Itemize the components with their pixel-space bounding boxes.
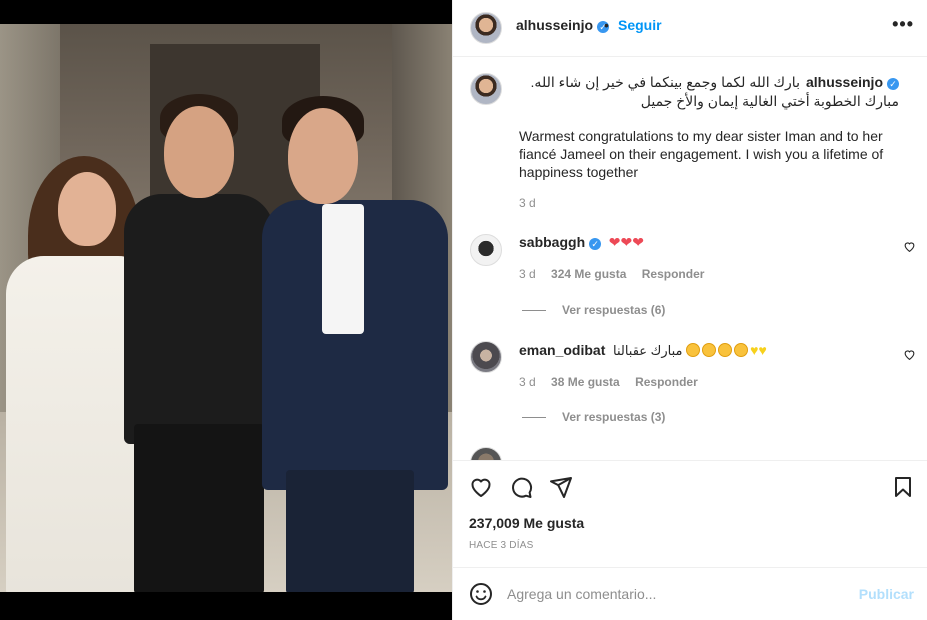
- comment-row: eman_odibat مبارك عقبالنا ♥♥: [519, 342, 767, 359]
- person-man-suit-trousers: [286, 470, 414, 592]
- comment-avatar[interactable]: [470, 341, 502, 373]
- post-photo[interactable]: [0, 0, 452, 620]
- comment-like-heart-icon[interactable]: [903, 348, 916, 364]
- reply-button[interactable]: Responder: [642, 267, 705, 281]
- heart-emoji-text: ❤❤❤: [608, 234, 644, 250]
- save-bookmark-icon[interactable]: [891, 475, 915, 499]
- comments-scroll-area[interactable]: alhusseinjo ✓ بارك الله لكما وجمع بينكما …: [453, 57, 927, 460]
- reply-button[interactable]: Responder: [635, 375, 698, 389]
- post-header: alhusseinjo ✓ • Seguir •••: [453, 0, 927, 57]
- share-icon[interactable]: [549, 475, 573, 499]
- post-details-panel: alhusseinjo ✓ • Seguir ••• alhusseinjo ✓ ب…: [452, 0, 927, 620]
- post-action-bar: [453, 460, 927, 510]
- verified-badge-icon: ✓: [589, 238, 602, 250]
- photo-scene: [0, 24, 452, 592]
- comment-avatar-partial[interactable]: [470, 447, 502, 460]
- smile-emoji-icon: [686, 343, 701, 357]
- caption-author-row[interactable]: alhusseinjo ✓: [806, 73, 899, 92]
- comment-row: sabbaggh ✓ ❤❤❤: [519, 234, 644, 251]
- comment-username[interactable]: eman_odibat: [519, 342, 605, 358]
- person-man-black-trousers: [134, 424, 264, 592]
- view-replies-button[interactable]: Ver respuestas (6): [522, 303, 665, 317]
- comment-time[interactable]: 3 d: [519, 267, 536, 281]
- header-dot-separator: •: [604, 17, 609, 33]
- instagram-post-modal: alhusseinjo ✓ • Seguir ••• alhusseinjo ✓ ب…: [0, 0, 927, 620]
- comment-time[interactable]: 3 d: [519, 375, 536, 389]
- laughing-emoji-icon: [718, 343, 733, 357]
- comment-like-heart-icon[interactable]: [903, 240, 916, 256]
- comment-text: مبارك عقبالنا: [612, 343, 683, 358]
- person-man-black-shirt: [124, 194, 274, 444]
- caption-timestamp[interactable]: 3 d: [519, 196, 536, 210]
- caption-author-username[interactable]: alhusseinjo: [806, 74, 883, 90]
- caption-arabic: alhusseinjo ✓ بارك الله لكما وجمع بينكما …: [519, 73, 899, 111]
- author-username[interactable]: alhusseinjo: [516, 17, 593, 33]
- post-timestamp[interactable]: HACE 3 DÍAS: [469, 540, 533, 551]
- add-comment-bar: Publicar: [453, 567, 927, 620]
- emoji-group: ♥♥: [686, 342, 767, 358]
- comment-icon[interactable]: [509, 475, 533, 499]
- comment-likes[interactable]: 38 Me gusta: [551, 375, 620, 389]
- laughing-emoji-icon: [734, 343, 749, 357]
- comment-likes[interactable]: 324 Me gusta: [551, 267, 626, 281]
- heart-icon[interactable]: [469, 475, 493, 499]
- person-woman-face: [58, 172, 116, 246]
- caption-author-avatar[interactable]: [470, 73, 502, 105]
- comment-username[interactable]: sabbaggh: [519, 234, 585, 250]
- more-options-icon[interactable]: •••: [892, 14, 914, 35]
- follow-button[interactable]: Seguir: [618, 17, 662, 33]
- publish-button[interactable]: Publicar: [859, 586, 914, 602]
- heart-eyes-emoji-icon: [702, 343, 717, 357]
- emoji-smiley-icon[interactable]: [469, 582, 493, 606]
- view-replies-button[interactable]: Ver respuestas (3): [522, 410, 665, 424]
- comment-input[interactable]: [507, 583, 837, 605]
- comment-meta: 3 d 38 Me gusta Responder: [519, 375, 710, 389]
- person-man-black-face: [164, 106, 234, 198]
- comment-avatar[interactable]: [470, 234, 502, 266]
- person-man-suit-face: [288, 108, 358, 204]
- author-username-row[interactable]: alhusseinjo ✓: [516, 17, 610, 33]
- author-avatar[interactable]: [470, 12, 502, 44]
- likes-count[interactable]: 237,009 Me gusta: [469, 515, 584, 531]
- yellow-heart-emoji-icon: ♥: [758, 342, 767, 358]
- person-man-suit-shirt: [322, 204, 364, 334]
- verified-badge-icon: ✓: [887, 78, 899, 90]
- caption-english: Warmest congratulations to my dear siste…: [519, 128, 884, 180]
- comment-meta: 3 d 324 Me gusta Responder: [519, 267, 716, 281]
